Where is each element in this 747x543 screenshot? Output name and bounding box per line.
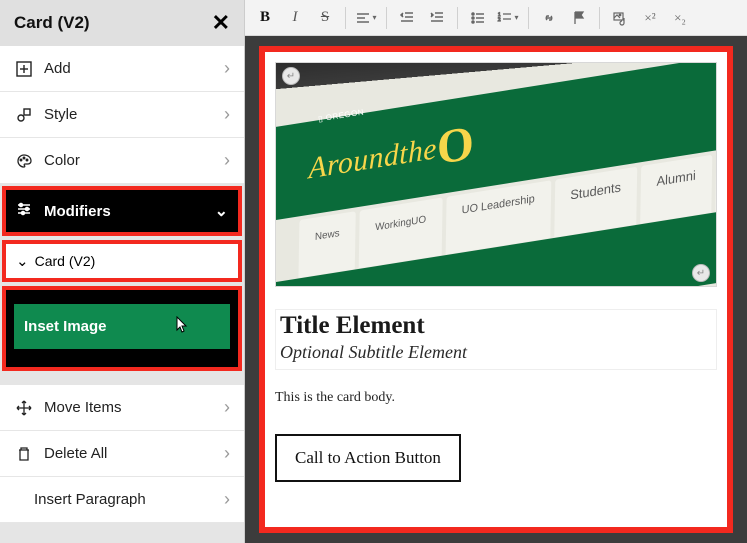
menu-delete-all[interactable]: Delete All › [0,431,244,477]
chevron-right-icon: › [224,489,230,510]
outdent-button[interactable] [393,4,421,32]
card-title-block[interactable]: Title Element Optional Subtitle Element [275,309,717,370]
strike-button[interactable]: S [311,4,339,32]
toolbar-separator [386,7,387,29]
menu-modifiers-label: Modifiers [44,203,215,220]
chevron-down-icon: ⌄ [215,201,228,221]
card-title: Title Element [280,312,712,340]
subscript-button[interactable]: ×₂ [666,4,694,32]
nav-tab: Alumni [640,155,712,224]
chevron-right-icon: › [224,443,230,464]
indent-button[interactable] [423,4,451,32]
svg-text:2: 2 [498,18,501,23]
resize-handle-br[interactable]: ↵ [692,264,710,282]
menu-card-v2[interactable]: ⌄ Card (V2) [6,244,238,278]
resize-handle-tl[interactable]: ↵ [282,67,300,85]
cursor-icon [174,316,190,338]
sidebar-panel: Card (V2) ✕ Add › Style › Color › [0,0,245,543]
menu-delete-all-label: Delete All [44,445,224,462]
menu-style-label: Style [44,106,224,123]
sidebar-header: Card (V2) ✕ [0,0,244,46]
cta-button[interactable]: Call to Action Button [275,434,461,482]
style-icon [14,107,34,123]
bold-button[interactable]: B [251,4,279,32]
trash-icon [14,446,34,462]
toolbar-separator [457,7,458,29]
menu-style[interactable]: Style › [0,92,244,138]
inset-image-container: Inset Image [6,290,238,367]
card-body-text[interactable]: This is the card body. [275,390,717,406]
sidebar-title: Card (V2) [14,13,90,33]
menu-card-v2-label: Card (V2) [35,253,96,269]
card-preview-highlight: AroundtheO ▯ OREGON News WorkingUO UO Le… [259,46,733,533]
media-button[interactable] [606,4,634,32]
card-image[interactable]: AroundtheO ▯ OREGON News WorkingUO UO Le… [275,62,717,287]
chevron-right-icon: › [224,150,230,171]
inset-image-label: Inset Image [24,318,107,335]
menu-move-items[interactable]: Move Items › [0,385,244,431]
nav-tab: News [298,211,355,278]
menu-insert-paragraph[interactable]: Insert Paragraph › [0,477,244,523]
menu-color[interactable]: Color › [0,138,244,184]
toolbar-separator [599,7,600,29]
menu-color-label: Color [44,152,224,169]
flag-button[interactable] [565,4,593,32]
modifiers-highlight: Modifiers ⌄ [2,186,242,236]
menu-insert-paragraph-label: Insert Paragraph [34,491,224,508]
add-icon [14,61,34,77]
align-button[interactable]: ▾ [352,4,380,32]
card-subtitle: Optional Subtitle Element [280,342,712,363]
banner-brand-text: Aroundthe [308,131,437,185]
toolbar-separator [345,7,346,29]
chevron-right-icon: › [224,104,230,125]
move-icon [14,400,34,416]
close-icon[interactable]: ✕ [212,10,230,36]
link-button[interactable] [535,4,563,32]
canvas: AroundtheO ▯ OREGON News WorkingUO UO Le… [245,36,747,543]
palette-icon [14,153,34,169]
chevron-right-icon: › [224,58,230,79]
bullet-list-button[interactable] [464,4,492,32]
chevron-right-icon: › [224,397,230,418]
menu-add-label: Add [44,60,224,77]
editor-area: B I S ▾ 12▾ ×² ×₂ [245,0,747,543]
chevron-down-icon: ⌄ [16,252,29,270]
menu-modifiers[interactable]: Modifiers ⌄ [6,190,238,232]
sliders-icon [16,201,36,221]
inset-image-button[interactable]: Inset Image [14,304,230,349]
menu-move-items-label: Move Items [44,399,224,416]
inset-image-highlight: Inset Image [2,286,242,371]
superscript-button[interactable]: ×² [636,4,664,32]
formatting-toolbar: B I S ▾ 12▾ ×² ×₂ [245,0,747,36]
banner-o: O [436,115,474,174]
numbered-list-button[interactable]: 12▾ [494,4,522,32]
italic-button[interactable]: I [281,4,309,32]
toolbar-separator [528,7,529,29]
menu-add[interactable]: Add › [0,46,244,92]
cardv2-highlight: ⌄ Card (V2) [2,240,242,282]
